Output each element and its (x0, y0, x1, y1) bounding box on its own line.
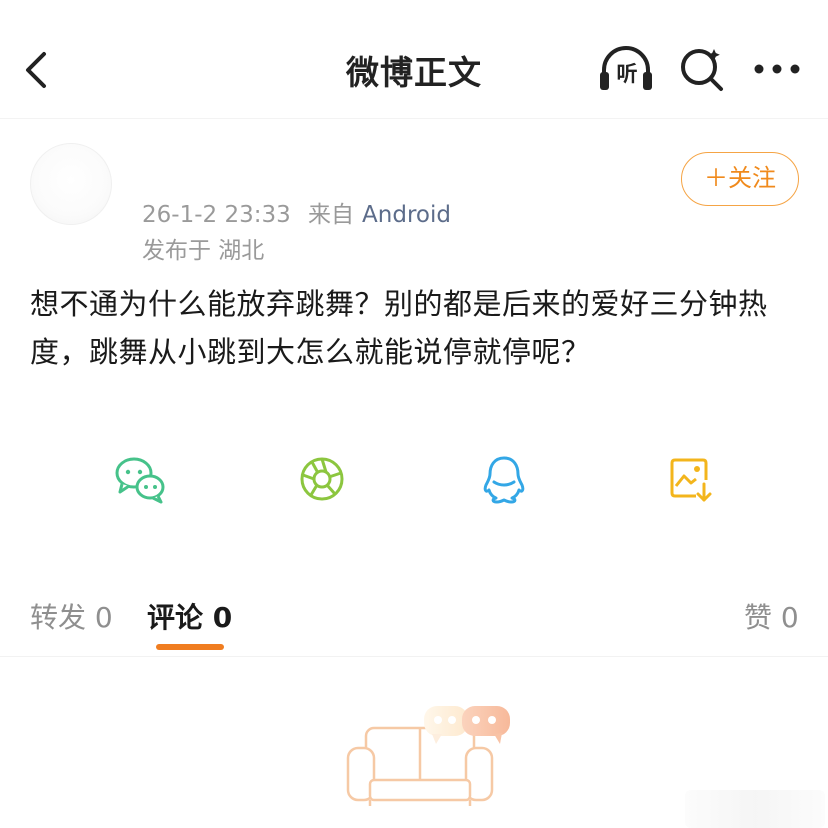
follow-button[interactable]: ＋关注 (681, 152, 799, 206)
watermark (685, 790, 825, 828)
tab-repost[interactable]: 转发 0 (30, 596, 113, 636)
tab-comment[interactable]: 评论 0 (147, 596, 232, 636)
save-image-icon[interactable] (666, 454, 718, 504)
post-source[interactable]: Android (362, 202, 451, 228)
search-icon[interactable] (678, 46, 724, 92)
tab-like[interactable]: 赞 0 (744, 596, 799, 636)
active-tab-indicator (156, 644, 224, 650)
source-prefix: 来自 (308, 202, 355, 228)
post-location: 发布于 湖北 (142, 238, 265, 264)
top-nav-bar: 微博正文 听 (0, 0, 828, 118)
listen-label[interactable]: 听 (612, 58, 642, 88)
header-divider (0, 118, 828, 119)
wechat-icon[interactable] (114, 454, 166, 504)
tabs-divider (0, 656, 828, 657)
moments-icon[interactable] (298, 454, 350, 504)
empty-comments-illustration (346, 706, 510, 806)
qq-icon[interactable] (478, 454, 530, 504)
more-icon[interactable] (752, 60, 802, 78)
post-text: 想不通为什么能放弃跳舞？别的都是后来的爱好三分钟热度，跳舞从小跳到大怎么就能说停… (30, 287, 768, 369)
post-time: 26-1-2 23:33 (142, 202, 291, 228)
post-meta-time: 26-1-2 23:33 来自 Android (142, 195, 451, 229)
avatar[interactable] (30, 143, 112, 225)
